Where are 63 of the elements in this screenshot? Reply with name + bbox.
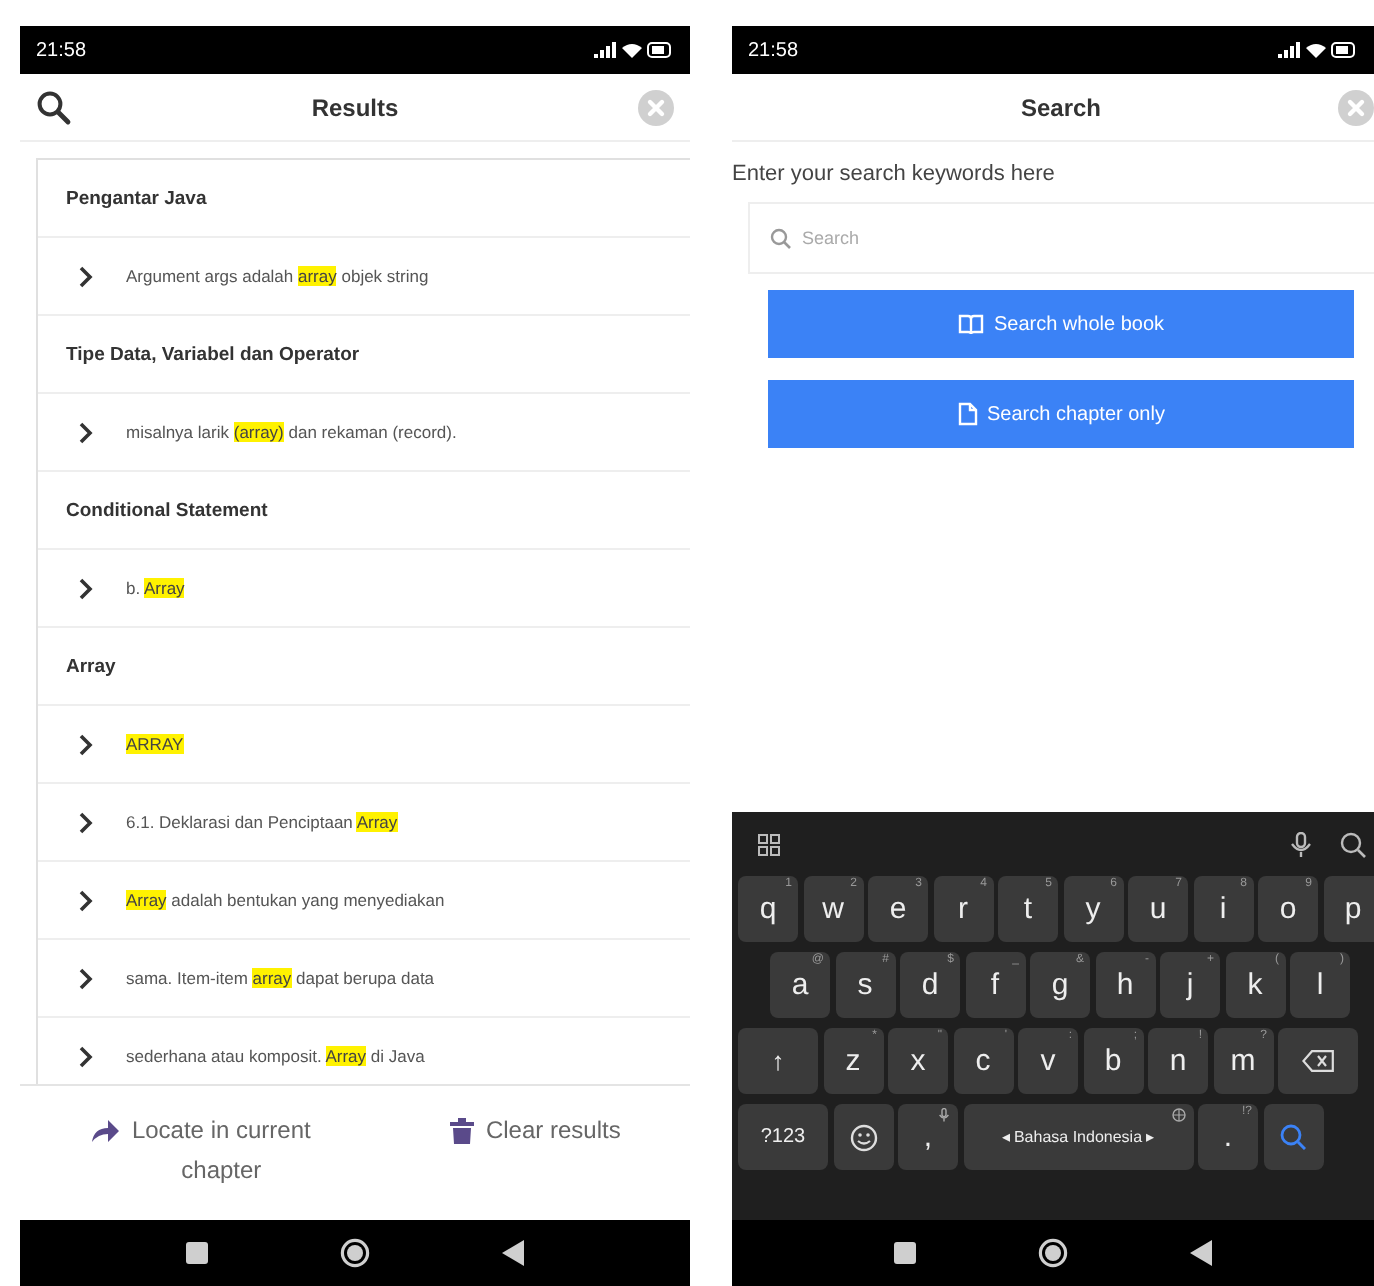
status-time: 21:58 <box>748 39 799 61</box>
chapter-heading: Pengantar Java <box>38 160 690 238</box>
search-button[interactable]: Search chapter only <box>768 380 1354 448</box>
status-icons <box>1278 40 1358 60</box>
search-highlight: ARRAY <box>126 734 184 754</box>
microphone-icon[interactable] <box>1290 831 1312 857</box>
result-item[interactable]: misalnya larik (array) dan rekaman (record). <box>38 394 690 472</box>
chevron-icon <box>78 1045 94 1067</box>
book-icon <box>957 313 984 335</box>
status-icons <box>594 40 674 60</box>
chevron-icon <box>78 811 94 833</box>
emoji-key[interactable] <box>833 1104 893 1170</box>
share-arrow-icon <box>89 1118 120 1144</box>
result-text: 6.1. Deklarasi dan Penciptaan Array <box>126 812 398 832</box>
search-icon <box>770 227 792 249</box>
chevron-icon <box>78 577 94 599</box>
chapter-heading: Array <box>38 628 690 706</box>
shift-key[interactable]: ↑ <box>738 1028 818 1094</box>
symbols-key[interactable]: ?123 <box>738 1104 828 1170</box>
search-icon[interactable] <box>36 89 72 125</box>
search-field[interactable]: Search <box>748 202 1374 274</box>
result-item[interactable]: ARRAY <box>38 706 690 784</box>
result-item[interactable]: sama. Item-item array dapat berupa data <box>38 940 690 1018</box>
chevron-icon <box>78 421 94 443</box>
status-time: 21:58 <box>36 39 87 61</box>
chevron-icon <box>78 967 94 989</box>
chevron-icon <box>78 889 94 911</box>
space-key[interactable]: ◂ Bahasa Indonesia ▸ <box>963 1104 1193 1170</box>
chapter-heading: Tipe Data, Variabel dan Operator <box>38 316 690 394</box>
search-input[interactable]: Search <box>802 228 1202 248</box>
backspace-icon <box>1302 1050 1334 1072</box>
search-button[interactable]: Search whole book <box>768 290 1354 358</box>
search-highlight: array <box>252 968 292 988</box>
back-icon[interactable] <box>1190 1240 1213 1266</box>
search-highlight: (array) <box>233 422 284 442</box>
recents-icon[interactable] <box>893 1242 916 1264</box>
chapter-heading: Conditional Statement <box>38 472 690 550</box>
result-text: sama. Item-item array dapat berupa data <box>126 968 435 988</box>
trash-icon <box>449 1118 474 1144</box>
action-button[interactable]: Locate in current chapter <box>81 1106 320 1194</box>
result-item[interactable]: 6.1. Deklarasi dan Penciptaan Array <box>38 784 690 862</box>
action-button[interactable]: Clear results <box>441 1106 629 1154</box>
globe-icon <box>1171 1108 1185 1122</box>
search-prompt: Enter your search keywords here <box>732 160 1057 190</box>
screen-title: Search <box>1020 93 1102 121</box>
search-icon <box>1280 1124 1306 1150</box>
keyboard-key[interactable]: p <box>1323 876 1374 942</box>
apps-icon[interactable] <box>758 833 780 855</box>
result-text: misalnya larik (array) dan rekaman (record). <box>126 422 457 442</box>
document-icon <box>957 402 978 426</box>
back-icon[interactable] <box>502 1240 524 1266</box>
screen-title: Results <box>311 93 399 121</box>
microphone-icon <box>938 1108 950 1122</box>
smiley-icon <box>849 1123 877 1151</box>
home-icon[interactable] <box>1037 1238 1068 1268</box>
search-key[interactable] <box>1263 1104 1323 1170</box>
search-icon[interactable] <box>1340 831 1366 857</box>
search-highlight: Array <box>356 812 398 832</box>
chevron-icon <box>78 265 94 287</box>
home-icon[interactable] <box>340 1238 370 1268</box>
comma-key[interactable]: , <box>898 1104 958 1170</box>
chevron-icon <box>78 733 94 755</box>
backspace-key[interactable] <box>1278 1028 1358 1094</box>
